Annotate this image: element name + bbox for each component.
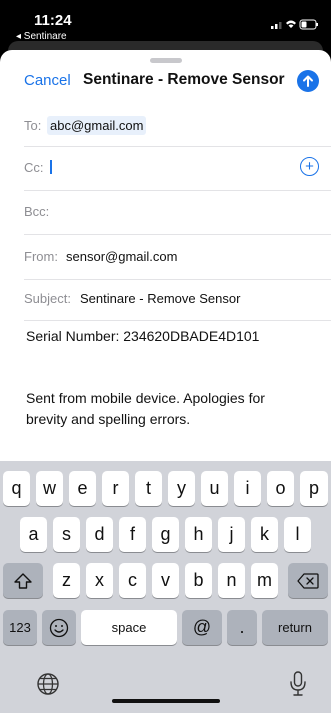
key-t[interactable]: t — [135, 471, 162, 506]
dot-key[interactable]: . — [227, 610, 257, 645]
microphone-icon[interactable] — [289, 671, 307, 697]
status-time: 11:24 — [34, 12, 72, 29]
wifi-icon — [286, 20, 296, 28]
cc-field[interactable]: Cc: + — [24, 157, 331, 191]
key-y[interactable]: y — [168, 471, 195, 506]
key-e[interactable]: e — [69, 471, 96, 506]
subject-label: Subject: — [24, 291, 71, 306]
key-m[interactable]: m — [251, 563, 278, 598]
from-label: From: — [24, 249, 58, 264]
key-s[interactable]: s — [53, 517, 80, 552]
key-f[interactable]: f — [119, 517, 146, 552]
key-q[interactable]: q — [3, 471, 30, 506]
from-value: sensor@gmail.com — [66, 249, 178, 264]
to-label: To: — [24, 118, 42, 133]
key-w[interactable]: w — [36, 471, 63, 506]
backspace-icon — [297, 572, 319, 589]
key-h[interactable]: h — [185, 517, 212, 552]
cancel-button[interactable]: Cancel — [24, 72, 71, 89]
message-body-serial[interactable]: Serial Number: 234620DBADE4D101 — [26, 326, 259, 347]
key-g[interactable]: g — [152, 517, 179, 552]
key-p[interactable]: p — [300, 471, 328, 506]
key-k[interactable]: k — [251, 517, 278, 552]
key-j[interactable]: j — [218, 517, 245, 552]
key-a[interactable]: a — [20, 517, 47, 552]
key-b[interactable]: b — [185, 563, 212, 598]
shift-key[interactable] — [3, 563, 43, 598]
key-z[interactable]: z — [53, 563, 80, 598]
send-arrow-icon — [303, 75, 313, 87]
emoji-icon — [49, 618, 69, 637]
shift-icon — [14, 572, 32, 589]
key-o[interactable]: o — [267, 471, 294, 506]
delete-key[interactable] — [288, 563, 328, 598]
compose-title: Sentinare - Remove Sensor — [83, 71, 285, 88]
globe-icon[interactable] — [36, 672, 60, 696]
from-field[interactable]: From: sensor@gmail.com — [24, 249, 331, 280]
to-recipient-chip[interactable]: abc@gmail.com — [47, 116, 147, 135]
subject-value[interactable]: Sentinare - Remove Sensor — [80, 291, 240, 306]
space-key[interactable]: space — [81, 610, 177, 645]
subject-field[interactable]: Subject: Sentinare - Remove Sensor — [24, 291, 331, 321]
sheet-grabber[interactable] — [150, 58, 182, 63]
key-r[interactable]: r — [102, 471, 129, 506]
key-d[interactable]: d — [86, 517, 113, 552]
at-key[interactable]: @ — [182, 610, 222, 645]
key-l[interactable]: l — [284, 517, 311, 552]
to-field[interactable]: To: abc@gmail.com — [24, 116, 331, 147]
status-icons — [271, 19, 318, 30]
key-c[interactable]: c — [119, 563, 146, 598]
signature-line-2[interactable]: brevity and spelling errors. — [26, 409, 190, 430]
add-contact-icon[interactable]: + — [300, 157, 319, 176]
key-u[interactable]: u — [201, 471, 228, 506]
signal-icon — [271, 26, 274, 29]
key-n[interactable]: n — [218, 563, 245, 598]
bcc-label: Bcc: — [24, 204, 50, 219]
return-key[interactable]: return — [262, 610, 328, 645]
numbers-key[interactable]: 123 — [3, 610, 37, 645]
emoji-key[interactable] — [42, 610, 76, 645]
text-cursor — [50, 160, 52, 174]
key-x[interactable]: x — [86, 563, 113, 598]
send-button[interactable] — [297, 70, 319, 92]
key-i[interactable]: i — [234, 471, 261, 506]
signature-line-1[interactable]: Sent from mobile device. Apologies for — [26, 388, 265, 409]
cc-label: Cc: — [24, 160, 44, 175]
bcc-field[interactable]: Bcc: — [24, 204, 331, 235]
home-indicator[interactable] — [112, 699, 220, 703]
key-v[interactable]: v — [152, 563, 179, 598]
keyboard: q w e r t y u i o p a s d f g h j k l z … — [0, 461, 331, 713]
